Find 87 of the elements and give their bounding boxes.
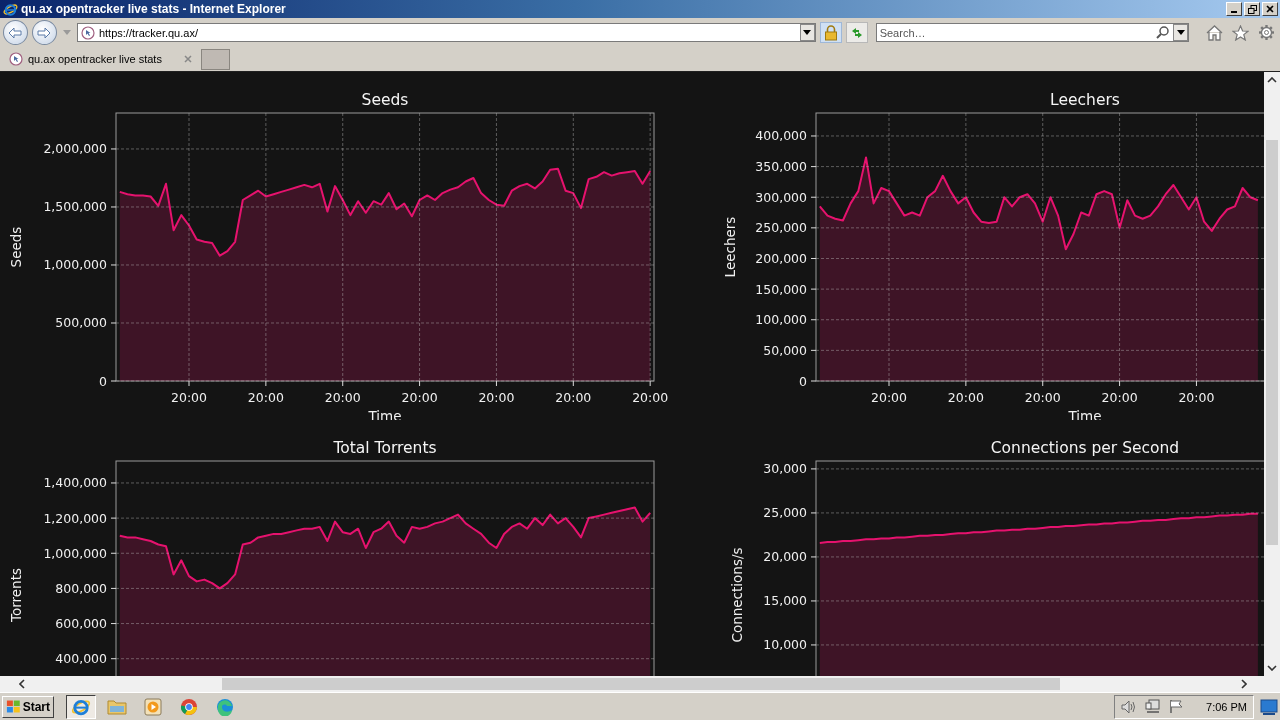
- chrome-icon: [180, 697, 198, 716]
- axis-tick-label: 1,400,000: [43, 475, 107, 491]
- axis-tick-label: 20:00: [478, 390, 515, 405]
- axis-tick-label: 800,000: [55, 580, 107, 596]
- chart-title: Seeds: [361, 91, 409, 109]
- chart-title: Connections per Second: [990, 439, 1180, 457]
- chart-title: Total Torrents: [333, 439, 437, 457]
- axis-tick-label: 20:00: [401, 390, 438, 405]
- axis-tick-label: 400,000: [755, 128, 807, 144]
- axis-tick-label: 20:00: [171, 390, 208, 405]
- site-icon: [80, 25, 95, 40]
- back-button[interactable]: [3, 20, 28, 45]
- axis-tick-label: 20:00: [324, 390, 361, 405]
- axis-tick-label: 1,000,000: [43, 257, 107, 273]
- forward-button[interactable]: [31, 20, 57, 45]
- axis-tick-label: 25,000: [763, 505, 807, 521]
- axis-label: Leechers: [722, 216, 738, 278]
- start-button[interactable]: Start: [2, 695, 54, 718]
- axis-tick-label: 350,000: [755, 159, 807, 175]
- caret-icon: [62, 30, 71, 35]
- search-field[interactable]: Search…: [875, 23, 1190, 42]
- site-icon: [9, 52, 23, 66]
- address-dropdown[interactable]: [799, 24, 815, 41]
- axis-tick-label: 20:00: [1178, 390, 1215, 405]
- clock[interactable]: 7:06 PM: [1206, 700, 1247, 713]
- axis-tick-label: 250,000: [755, 220, 807, 236]
- folder-icon: [107, 697, 127, 716]
- axis-tick-label: 20:00: [947, 390, 984, 405]
- axis-tick-label: 0: [799, 373, 807, 389]
- axis-tick-label: 100,000: [755, 312, 807, 328]
- search-dropdown[interactable]: [1173, 24, 1189, 41]
- axis-tick-label: 50,000: [763, 342, 807, 358]
- axis-tick-label: 20,000: [763, 549, 807, 565]
- refresh-button[interactable]: [845, 22, 868, 43]
- close-button[interactable]: [1262, 2, 1278, 16]
- axis-tick-label: 200,000: [755, 251, 807, 266]
- edge-icon: [216, 697, 234, 716]
- axis-tick-label: 20:00: [871, 390, 908, 405]
- close-icon: [1266, 5, 1274, 13]
- caret-icon: [803, 30, 812, 35]
- minimize-button[interactable]: [1226, 2, 1242, 16]
- axis-tick-label: 20:00: [247, 390, 284, 405]
- restore-icon: [1247, 4, 1257, 14]
- axis-tick-label: 10,000: [763, 637, 807, 653]
- axis-tick-label: 20:00: [1024, 390, 1061, 405]
- axis-tick-label: 20:00: [632, 390, 669, 405]
- axis-tick-label: 20:00: [555, 390, 592, 405]
- speaker-icon[interactable]: [1121, 699, 1138, 714]
- back-arrow-icon: [8, 26, 23, 39]
- caret-icon: [1176, 30, 1185, 35]
- axis-tick-label: 1,500,000: [43, 199, 107, 215]
- axis-tick-label: 400,000: [55, 651, 107, 667]
- lock-icon: [823, 24, 838, 41]
- network-icon[interactable]: [1145, 699, 1162, 714]
- browser-icon: [3, 1, 18, 17]
- axis-tick-label: 1,000,000: [43, 545, 107, 561]
- windows-logo-icon: [6, 699, 21, 714]
- axis-tick-label: 300,000: [755, 189, 807, 205]
- scrollbar-thumb[interactable]: [222, 678, 1060, 690]
- axis-tick-label: 15,000: [763, 593, 807, 609]
- search-icon: [1156, 26, 1170, 39]
- axis-tick-label: 600,000: [55, 616, 107, 632]
- axis-label: Seeds: [8, 226, 24, 268]
- search-input[interactable]: Search…: [879, 26, 1153, 39]
- window-title: qu.ax opentracker live stats - Internet Explorer: [21, 2, 287, 16]
- media-player-icon: [144, 697, 162, 716]
- flag-icon[interactable]: [1169, 699, 1185, 714]
- axis-tick-label: 1,200,000: [43, 510, 107, 526]
- forward-arrow-icon: [37, 26, 52, 39]
- axis-tick-label: 30,000: [763, 461, 807, 477]
- scrollbar-thumb[interactable]: [1266, 140, 1278, 545]
- new-tab-button[interactable]: [201, 48, 230, 70]
- show-desktop-icon[interactable]: [1260, 698, 1278, 715]
- vertical-scrollbar[interactable]: [1264, 72, 1280, 676]
- axis-tick-label: 150,000: [755, 281, 807, 297]
- axis-tick-label: 2,000,000: [43, 141, 107, 157]
- axis-label: Connections/s: [729, 547, 745, 643]
- restore-button[interactable]: [1244, 2, 1260, 16]
- axis-tick-label: 0: [99, 373, 107, 389]
- chart-title: Leechers: [1050, 91, 1120, 109]
- horizontal-scrollbar[interactable]: [0, 676, 1280, 692]
- axis-tick-label: 20:00: [1101, 390, 1138, 405]
- axis-label: Torrents: [8, 568, 24, 622]
- close-icon[interactable]: [184, 55, 192, 63]
- taskbar-app-button[interactable]: [66, 694, 96, 719]
- axis-tick-label: 500,000: [55, 315, 107, 331]
- address-field[interactable]: https://tracker.qu.ax/: [76, 23, 816, 42]
